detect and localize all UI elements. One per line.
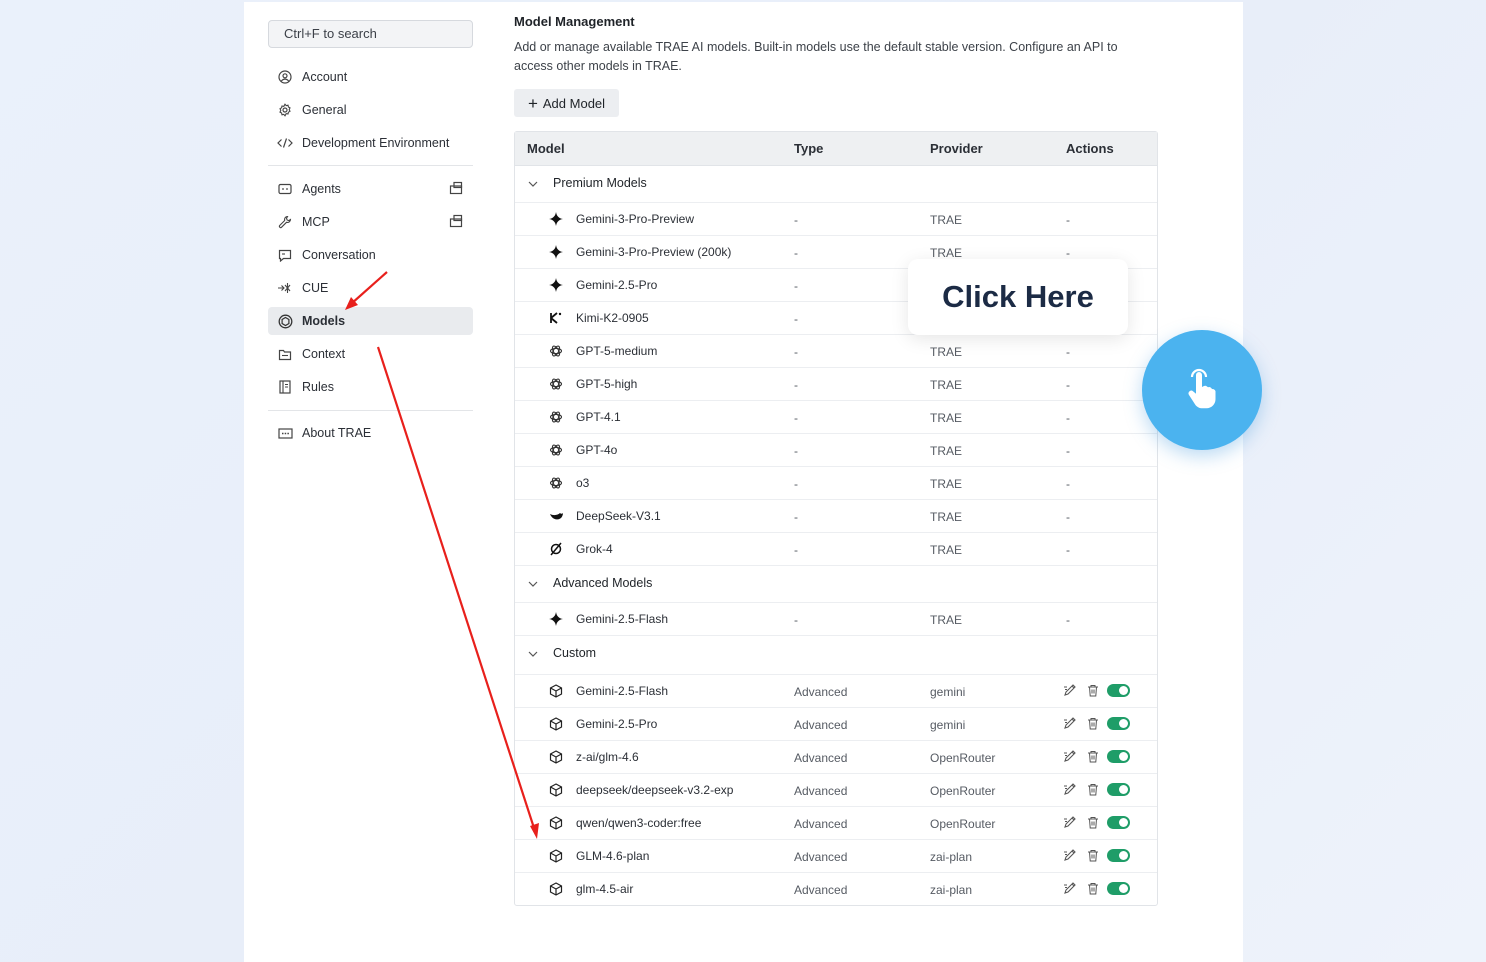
annotation-arrows (345, 271, 539, 839)
arrow-to-custom-models (376, 346, 539, 839)
tap-hand-button[interactable] (1142, 330, 1262, 450)
click-here-tooltip: Click Here (908, 259, 1128, 335)
arrow-to-models (345, 271, 388, 310)
pointer-hand-icon (1188, 368, 1216, 409)
